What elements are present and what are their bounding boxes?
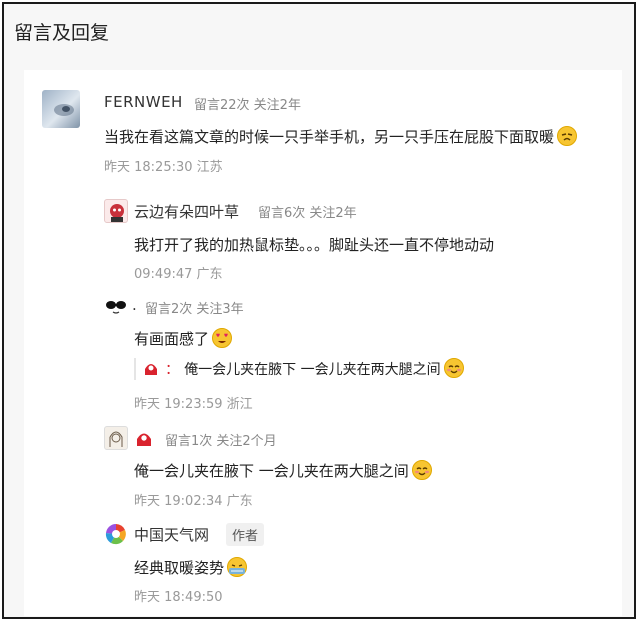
reply-text-content: 俺一会儿夹在腋下 一会儿夹在两大腿之间 xyxy=(134,462,409,480)
reply-user-stats: 留言1次 关注2个月 xyxy=(165,434,277,449)
reply-timestamp: 昨天 19:02:34 广东 xyxy=(134,494,253,509)
page-title: 留言及回复 xyxy=(14,22,110,44)
reply-text: 俺一会儿夹在腋下 一会儿夹在两大腿之间 xyxy=(134,460,432,481)
avatar[interactable] xyxy=(42,90,80,128)
quote-colon: ： xyxy=(165,362,180,378)
quoted-text: 俺一会儿夹在腋下 一会儿夹在两大腿之间 xyxy=(184,362,441,378)
quote-divider xyxy=(134,358,136,380)
avatar[interactable] xyxy=(104,199,128,223)
reply-timestamp: 09:49:47 广东 xyxy=(134,267,223,282)
reply-username[interactable]: 云边有朵四叶草 xyxy=(134,201,239,222)
comment-timestamp: 昨天 18:25:30 江苏 xyxy=(104,160,223,175)
avatar[interactable] xyxy=(104,522,128,546)
reply-text-content: 有画面感了 xyxy=(134,330,210,348)
reply-text: 经典取暖姿势 xyxy=(134,557,248,578)
comment-text: 当我在看这篇文章的时候一只手举手机，另一只手压在屁股下面取暖 xyxy=(104,126,578,147)
blush-smile-emoji-icon xyxy=(443,358,464,378)
shivering-face-emoji-icon xyxy=(227,557,248,577)
author-badge: 作者 xyxy=(226,523,265,546)
comments-window: 留言及回复 FERNWEH 留言22次 关注2年 当我在看这篇文章的时候一只手举… xyxy=(2,2,636,619)
cold-face-emoji-icon xyxy=(557,126,578,146)
comment-username[interactable]: FERNWEH xyxy=(104,93,183,111)
reply-text-content: 经典取暖姿势 xyxy=(134,559,225,577)
avatar[interactable] xyxy=(104,295,128,317)
sketch-portrait-avatar-icon xyxy=(109,431,123,447)
reply-text: 我打开了我的加热鼠标垫。。。脚趾头还一直不停地动动 xyxy=(134,236,495,254)
reply-text: 有画面感了 xyxy=(134,328,233,349)
reply-user-stats: 留言6次 关注2年 xyxy=(258,206,357,221)
reply-timestamp: 昨天 18:49:50 xyxy=(134,590,223,605)
reply-timestamp: 昨天 19:23:59 浙江 xyxy=(134,397,253,412)
comment-text-content: 当我在看这篇文章的时候一只手举手机，另一只手压在屁股下面取暖 xyxy=(104,128,555,146)
weather-network-logo-icon xyxy=(105,523,126,545)
red-cartoon-avatar-icon xyxy=(134,428,154,452)
reply-username[interactable]: . xyxy=(132,296,137,314)
quoted-reply: ： 俺一会儿夹在腋下 一会儿夹在两大腿之间 xyxy=(142,358,464,379)
blurred-face-avatar-icon xyxy=(54,104,74,116)
reply-user-stats: 留言2次 关注3年 xyxy=(145,302,244,317)
reply-username[interactable]: 中国天气网 xyxy=(134,524,209,545)
sunglasses-cat-avatar-icon xyxy=(106,301,126,314)
cartoon-character-avatar-icon xyxy=(110,204,124,222)
avatar[interactable] xyxy=(104,426,128,450)
comment-user-stats: 留言22次 关注2年 xyxy=(194,98,301,113)
red-cartoon-avatar-icon xyxy=(145,364,157,375)
comments-panel: FERNWEH 留言22次 关注2年 当我在看这篇文章的时候一只手举手机，另一只… xyxy=(24,70,622,616)
blush-smile-emoji-icon xyxy=(411,460,432,480)
heart-eyes-emoji-icon xyxy=(212,328,233,348)
